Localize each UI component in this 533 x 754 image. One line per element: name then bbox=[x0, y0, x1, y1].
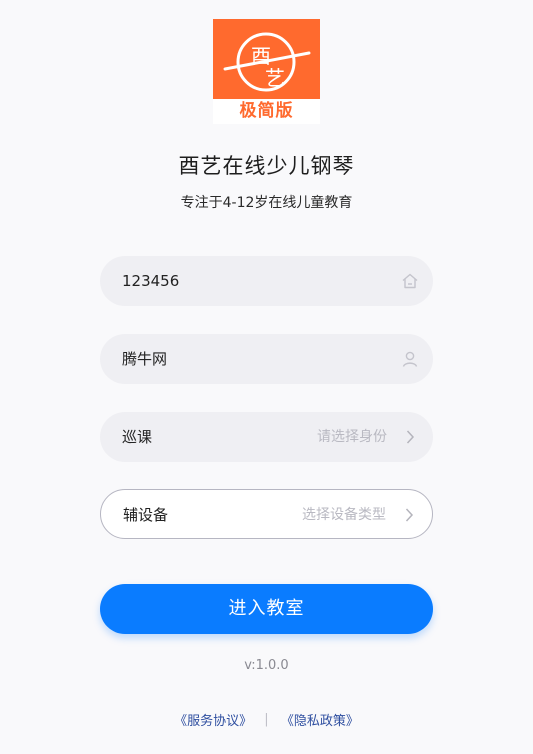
app-subtitle: 专注于4-12岁在线儿童教育 bbox=[180, 195, 353, 211]
device-placeholder: 选择设备类型 bbox=[302, 507, 386, 523]
enter-classroom-button[interactable]: 进入教室 bbox=[100, 584, 433, 634]
service-agreement-link[interactable]: 《服务协议》 bbox=[174, 710, 252, 729]
device-value: 辅设备 bbox=[123, 506, 169, 524]
nickname-value: 腾牛网 bbox=[122, 350, 168, 368]
chevron-right-icon bbox=[405, 508, 414, 522]
user-icon bbox=[402, 351, 418, 367]
room-number-value: 123456 bbox=[122, 272, 180, 290]
logo-glyph-2: 艺 bbox=[265, 66, 285, 90]
logo-badge: 极简版 bbox=[213, 99, 320, 124]
link-separator: | bbox=[264, 712, 269, 727]
privacy-policy-link[interactable]: 《隐私政策》 bbox=[281, 710, 359, 729]
app-title: 酉艺在线少儿钢琴 bbox=[178, 154, 355, 178]
device-type-select[interactable]: 辅设备 选择设备类型 bbox=[100, 489, 433, 539]
app-logo: 酉 艺 极简版 bbox=[213, 19, 320, 124]
logo-glyph-1: 酉 bbox=[251, 44, 271, 68]
role-select[interactable]: 巡课 请选择身份 bbox=[100, 412, 433, 462]
logo-mark-icon: 酉 艺 bbox=[223, 32, 311, 92]
room-number-field[interactable]: 123456 bbox=[100, 256, 433, 306]
nickname-field[interactable]: 腾牛网 bbox=[100, 334, 433, 384]
home-icon bbox=[402, 273, 418, 289]
role-value: 巡课 bbox=[122, 428, 153, 446]
login-page: 酉 艺 极简版 酉艺在线少儿钢琴 专注于4-12岁在线儿童教育 123456 腾… bbox=[0, 0, 533, 754]
chevron-right-icon bbox=[406, 430, 415, 444]
footer-links: 《服务协议》 | 《隐私政策》 bbox=[0, 710, 533, 729]
version-label: v:1.0.0 bbox=[244, 658, 289, 673]
role-placeholder: 请选择身份 bbox=[317, 429, 387, 445]
